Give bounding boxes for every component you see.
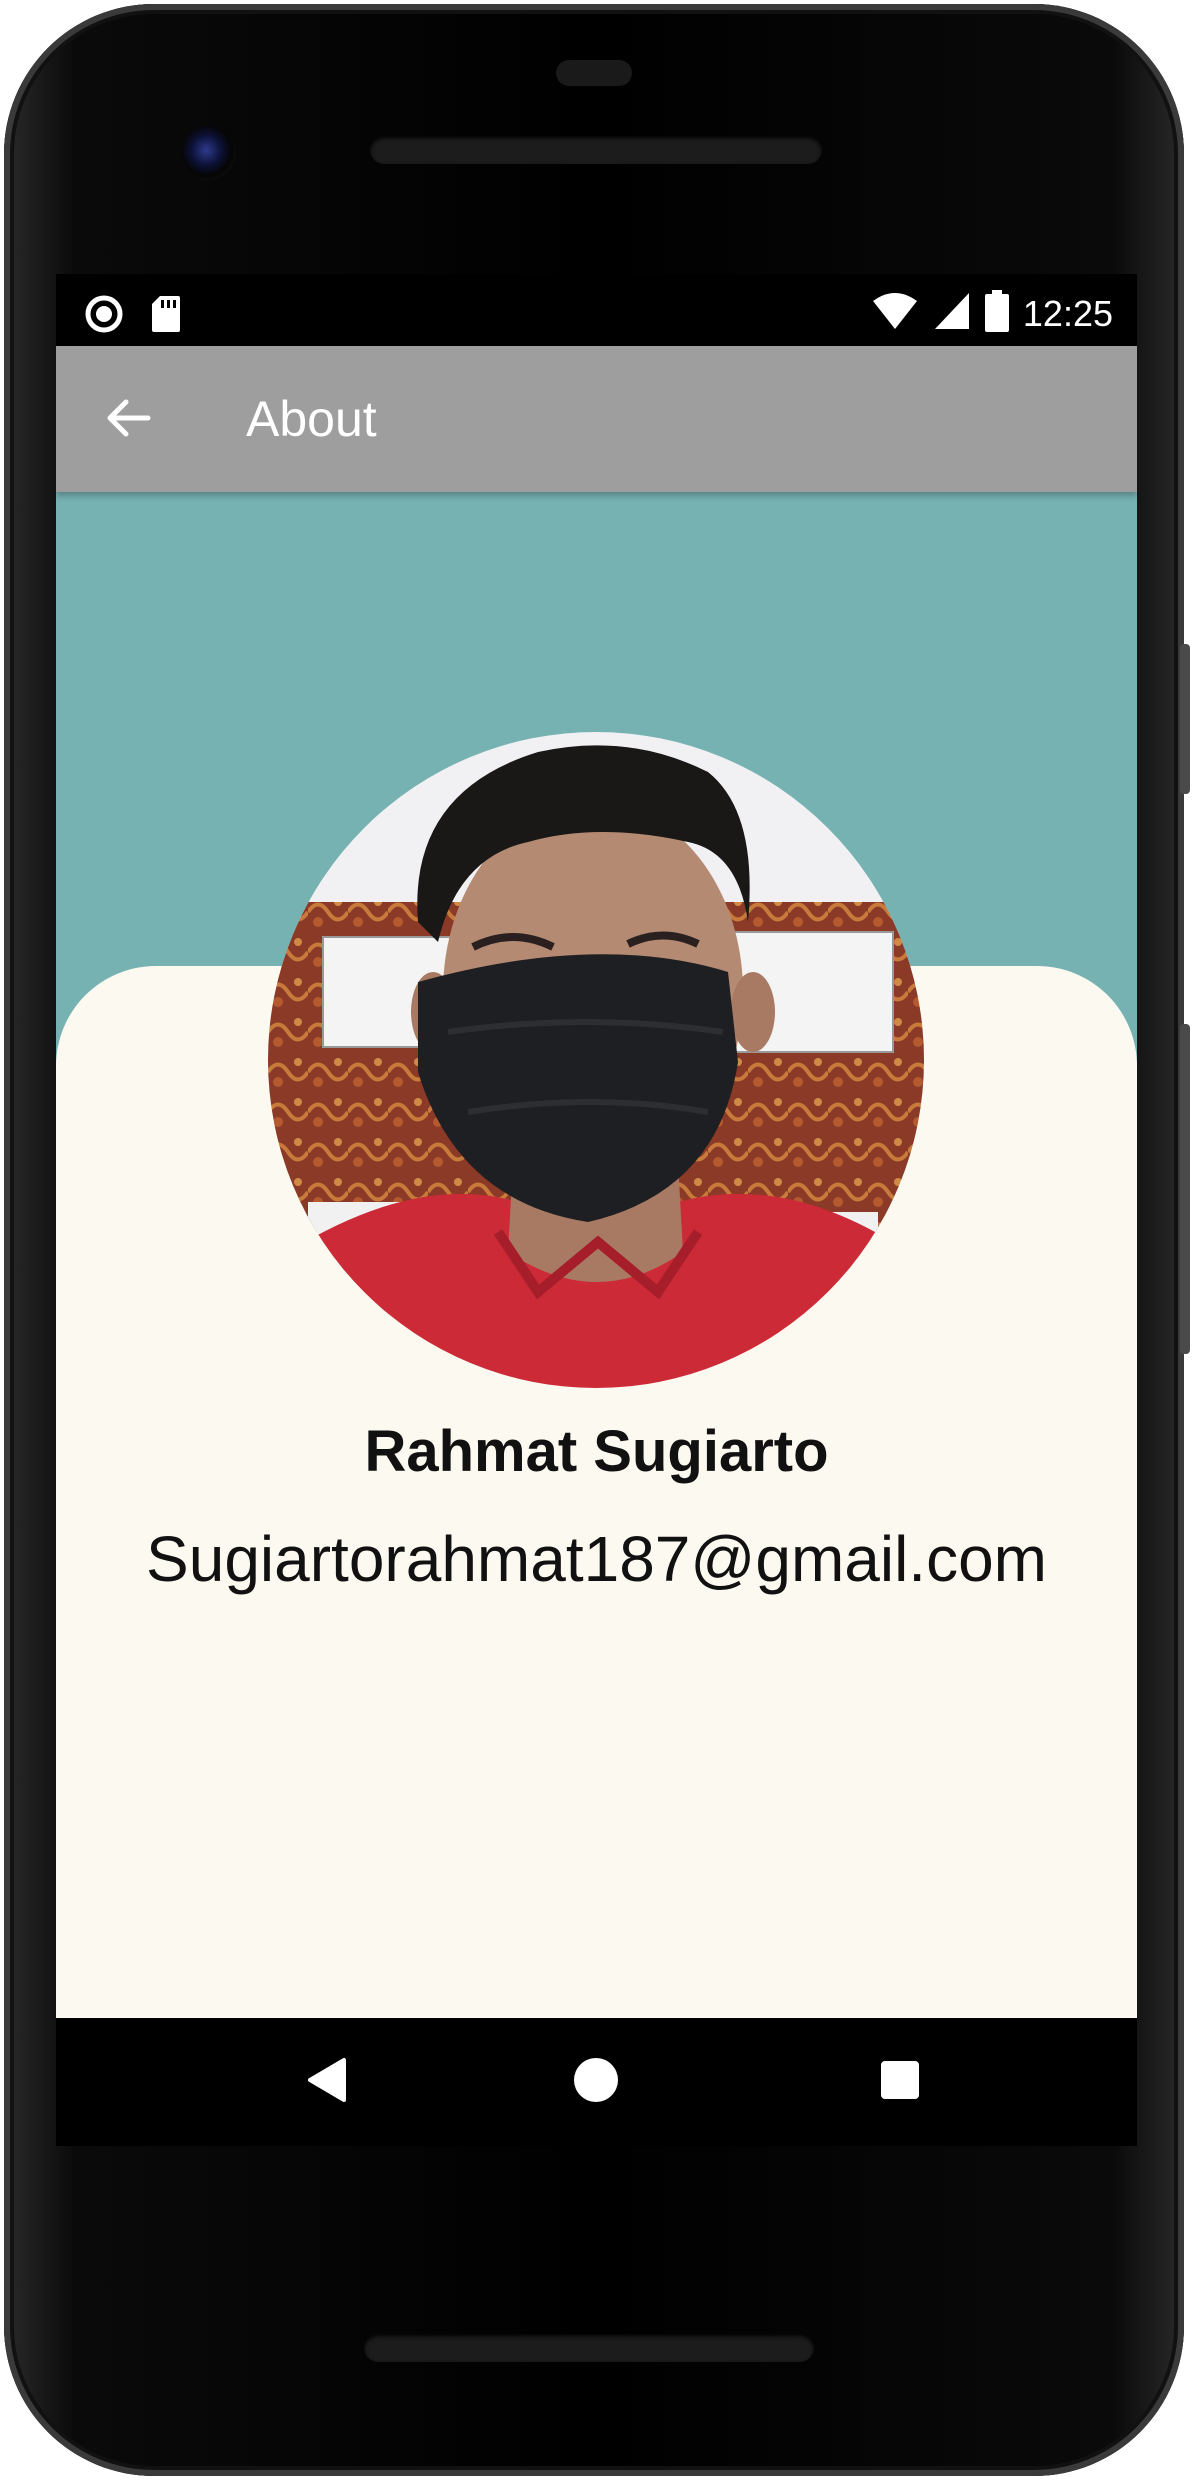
- top-speaker: [370, 136, 822, 164]
- nav-back-button[interactable]: [290, 2046, 362, 2118]
- sd-card-icon: [150, 294, 182, 339]
- nav-home-button[interactable]: [560, 2046, 632, 2118]
- about-content: Rahmat Sugiarto Sugiartorahmat187@gmail.…: [56, 492, 1137, 2146]
- profile-photo: [268, 732, 924, 1388]
- screen: 12:25 About Rahmat Sugiarto Sugiartorahm…: [56, 274, 1137, 2146]
- power-button: [1180, 644, 1190, 794]
- arrow-back-icon: [104, 394, 152, 447]
- profile-name: Rahmat Sugiarto: [364, 1419, 829, 1484]
- back-button[interactable]: [96, 388, 160, 452]
- system-nav-bar: [56, 2018, 1137, 2146]
- profile-email: Sugiartorahmat187@gmail.com: [146, 1523, 1047, 1595]
- page-title: About: [246, 391, 377, 447]
- bottom-speaker: [364, 2334, 814, 2362]
- home-circle-icon: [572, 2056, 620, 2109]
- status-clock: 12:25: [1022, 292, 1113, 334]
- proximity-sensor: [556, 60, 632, 86]
- back-triangle-icon: [304, 2056, 348, 2109]
- volume-button: [1180, 1024, 1190, 1354]
- app-toolbar: About: [56, 346, 1137, 492]
- cell-signal-icon: [933, 291, 971, 336]
- record-icon: [84, 294, 124, 339]
- nav-recents-button[interactable]: [864, 2046, 936, 2118]
- front-camera: [182, 126, 236, 180]
- battery-icon: [984, 290, 1009, 337]
- phone-frame: 12:25 About Rahmat Sugiarto Sugiartorahm…: [4, 4, 1190, 2476]
- wifi-icon: [871, 291, 919, 336]
- status-bar: 12:25: [56, 274, 1137, 346]
- recents-square-icon: [879, 2059, 921, 2106]
- profile-avatar: [268, 732, 924, 1388]
